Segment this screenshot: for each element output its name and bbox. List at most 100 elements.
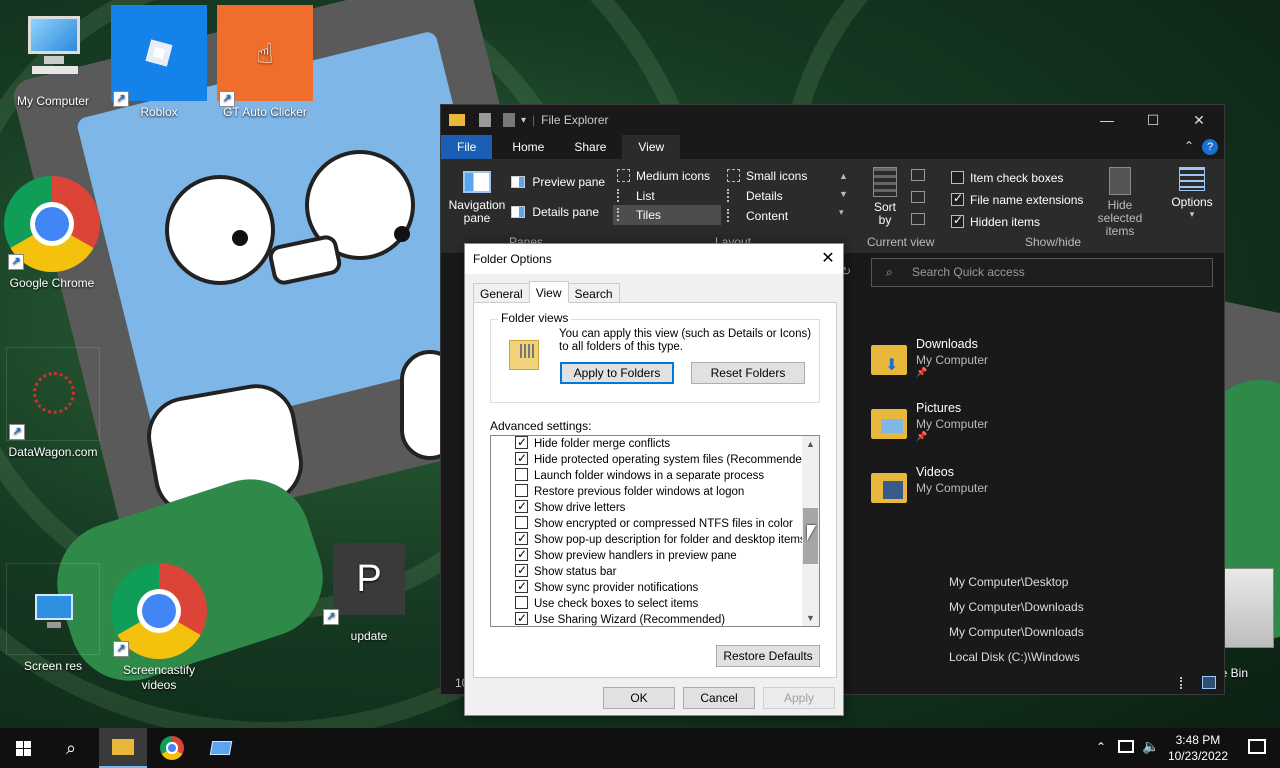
help-icon[interactable]: ? [1202, 139, 1218, 155]
network-icon[interactable] [1118, 740, 1134, 753]
ok-button[interactable]: OK [603, 687, 675, 709]
hidden-items-toggle[interactable]: Hidden items [951, 213, 1040, 229]
tab-search[interactable]: Search [567, 283, 620, 303]
checkbox[interactable] [951, 213, 964, 228]
tab-view[interactable]: View [622, 135, 681, 159]
advanced-setting-item[interactable]: Show sync provider notifications [515, 578, 698, 596]
taskbar-file-explorer[interactable] [99, 728, 147, 768]
shortcut-arrow-icon: ↗ [113, 641, 129, 657]
checkbox[interactable] [515, 546, 528, 562]
properties-icon[interactable] [479, 113, 491, 127]
desktop-icon-datawagon[interactable]: ↗ DataWagon.com [5, 347, 101, 460]
group-by-icon[interactable] [911, 169, 925, 181]
desktop-icon-update[interactable]: P ↗ update [321, 543, 417, 644]
tab-view[interactable]: View [528, 281, 569, 303]
collapse-ribbon-icon[interactable]: ⌃ [1184, 139, 1194, 153]
advanced-setting-item[interactable]: Show pop-up description for folder and d… [515, 530, 806, 548]
search-button[interactable]: ⌕ [48, 728, 94, 768]
close-button[interactable]: ✕ [1176, 105, 1222, 135]
advanced-setting-item[interactable]: Show encrypted or compressed NTFS files … [515, 516, 793, 532]
layout-small-icons[interactable]: Small icons [727, 169, 807, 183]
advanced-setting-item[interactable]: Launch folder windows in a separate proc… [515, 468, 764, 484]
navigation-pane-button[interactable]: Navigation pane [447, 167, 507, 225]
add-columns-icon[interactable] [911, 191, 925, 203]
layout-details[interactable]: Details [727, 189, 783, 203]
desktop-icon-google-chrome[interactable]: ↗ Google Chrome [4, 176, 100, 291]
checkbox[interactable] [515, 578, 528, 594]
scroll-down-icon[interactable]: ▼ [802, 610, 819, 626]
tab-file[interactable]: File [441, 135, 493, 159]
advanced-setting-item[interactable]: Show drive letters [515, 498, 625, 516]
checkbox[interactable] [515, 484, 528, 497]
search-input[interactable]: ⌕ Search Quick access [871, 258, 1213, 287]
advanced-setting-item[interactable]: Use Sharing Wizard (Recommended) [515, 610, 725, 626]
checkbox[interactable] [515, 562, 528, 578]
size-columns-icon[interactable] [911, 213, 925, 225]
preview-pane-button[interactable]: Preview pane [511, 175, 605, 189]
recent-file-path[interactable]: My Computer\Downloads [949, 600, 1084, 614]
checkbox[interactable] [515, 498, 528, 514]
advanced-setting-item[interactable]: Use check boxes to select items [515, 596, 698, 612]
customize-toolbar-icon[interactable]: ▾ [521, 115, 526, 126]
advanced-setting-item[interactable]: Show preview handlers in preview pane [515, 546, 737, 564]
checkbox[interactable] [951, 191, 964, 206]
file-name-extensions-toggle[interactable]: File name extensions [951, 191, 1083, 207]
volume-icon[interactable]: 🔈 [1142, 738, 1159, 755]
layout-scroll-icon[interactable]: ▲ ▼ ▾ [839, 167, 848, 221]
tab-general[interactable]: General [473, 283, 530, 303]
clock[interactable]: 3:48 PM 10/23/2022 [1168, 732, 1228, 764]
desktop-icon-roblox[interactable]: ↗ Roblox [111, 5, 207, 120]
taskbar-chrome[interactable] [149, 728, 195, 768]
checkbox[interactable] [515, 436, 528, 450]
apply-to-folders-button[interactable]: Apply to Folders [560, 362, 674, 384]
display-icon [6, 563, 100, 655]
hide-selected-items-button[interactable]: Hide selected items [1085, 167, 1155, 238]
checkbox[interactable] [951, 171, 964, 184]
close-icon[interactable]: ✕ [813, 244, 843, 274]
options-button[interactable]: Options ▾ [1169, 167, 1215, 220]
checkbox[interactable] [515, 610, 528, 626]
scroll-up-icon[interactable]: ▲ [802, 436, 819, 452]
advanced-setting-item[interactable]: Hide protected operating system files (R… [515, 450, 812, 468]
advanced-setting-item[interactable]: Show status bar [515, 562, 616, 580]
layout-medium-icons[interactable]: Medium icons [617, 169, 710, 183]
recent-file-path[interactable]: My Computer\Desktop [949, 575, 1068, 589]
reset-folders-button[interactable]: Reset Folders [691, 362, 805, 384]
recent-file-path[interactable]: My Computer\Downloads [949, 625, 1084, 639]
tab-home[interactable]: Home [492, 135, 558, 159]
large-icons-view-icon[interactable] [1202, 676, 1216, 689]
recent-file-path[interactable]: Local Disk (C:)\Windows [949, 650, 1080, 664]
sort-by-button[interactable]: Sort by [869, 167, 901, 227]
desktop-icon-screen-res[interactable]: Screen res [5, 563, 101, 674]
details-pane-button[interactable]: Details pane [511, 205, 599, 219]
checkbox[interactable] [515, 450, 528, 466]
cancel-button[interactable]: Cancel [683, 687, 755, 709]
desktop-icon-my-computer[interactable]: My Computer [5, 12, 101, 109]
show-hidden-icons[interactable]: ⌃ [1096, 740, 1106, 754]
layout-tiles[interactable]: Tiles [613, 205, 721, 225]
checkbox[interactable] [515, 596, 528, 609]
restore-defaults-button[interactable]: Restore Defaults [716, 645, 820, 667]
layout-content[interactable]: Content [727, 209, 788, 223]
desktop-icon-gt-auto-clicker[interactable]: ☝ ↗ GT Auto Clicker [217, 5, 313, 120]
notifications-icon[interactable] [1248, 739, 1266, 754]
layout-list[interactable]: List [617, 189, 655, 203]
apply-button[interactable]: Apply [763, 687, 835, 709]
new-folder-icon[interactable] [503, 113, 515, 127]
taskbar-app[interactable] [198, 728, 244, 768]
advanced-settings-list[interactable]: Hide folder merge conflicts Hide protect… [490, 435, 820, 627]
checkbox[interactable] [515, 468, 528, 481]
desktop-icon-screencastify[interactable]: ↗ Screencastify videos [111, 563, 207, 693]
minimize-button[interactable]: — [1084, 105, 1130, 135]
tab-share[interactable]: Share [558, 135, 622, 159]
checkbox[interactable] [515, 516, 528, 529]
item-check-boxes-toggle[interactable]: Item check boxes [951, 171, 1063, 185]
advanced-setting-item[interactable]: Restore previous folder windows at logon [515, 484, 744, 500]
details-view-icon[interactable] [1180, 677, 1194, 689]
advanced-setting-item[interactable]: Hide folder merge conflicts [515, 436, 670, 452]
maximize-button[interactable]: ☐ [1130, 105, 1176, 135]
checkbox[interactable] [515, 530, 528, 546]
folder-options-dialog[interactable]: Folder Options ✕ General View Search You… [464, 243, 844, 716]
folder-icon [449, 114, 465, 126]
start-button[interactable] [0, 728, 46, 768]
